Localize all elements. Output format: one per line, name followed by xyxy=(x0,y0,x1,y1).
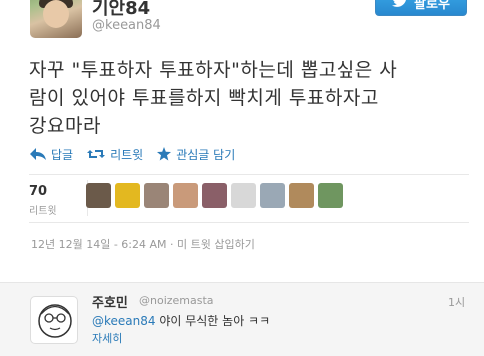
star-icon xyxy=(157,147,172,161)
retweeter-avatar[interactable] xyxy=(231,183,256,208)
cartoon-face-icon xyxy=(38,304,72,338)
retweeter-avatar[interactable] xyxy=(144,183,169,208)
retweeter-avatar[interactable] xyxy=(318,183,343,208)
reply-mention-link[interactable]: @keean84 xyxy=(92,314,156,328)
reply-expand-link[interactable]: 자세히 xyxy=(92,330,122,346)
retweet-count-label: 리트윗 xyxy=(29,206,57,217)
reply-panel: 주호민 @noizemasta 1시 @keean84 야이 무식한 놈아 ㅋㅋ… xyxy=(0,282,484,356)
divider xyxy=(29,174,469,175)
tweet-header: 기안84 @keean84 팔로우 xyxy=(0,0,484,48)
reply-author-handle[interactable]: @noizemasta xyxy=(139,294,214,307)
retweeter-avatar[interactable] xyxy=(202,183,227,208)
retweet-label: 리트윗 xyxy=(110,147,144,162)
retweeter-avatar[interactable] xyxy=(115,183,140,208)
favorite-action[interactable]: 관심글 담기 xyxy=(157,146,235,163)
tweet-line: 자꾸 "투표하자 투표하자"하는데 뽑고싶은 사 xyxy=(29,59,398,81)
tweet-line: 강요마라 xyxy=(29,115,101,137)
tweet-line: 람이 있어야 투표를하지 빡치게 투표하자고 xyxy=(29,87,379,109)
retweeter-avatars xyxy=(86,183,343,208)
reply-label: 답글 xyxy=(51,147,74,162)
reply-icon xyxy=(30,148,46,160)
reply-body: 야이 무식한 놈아 ㅋㅋ xyxy=(155,314,271,328)
retweeter-avatar[interactable] xyxy=(86,183,111,208)
reply-action[interactable]: 답글 xyxy=(30,146,73,163)
retweeter-avatar[interactable] xyxy=(289,183,314,208)
reply-author-avatar[interactable] xyxy=(30,296,78,344)
divider xyxy=(29,222,469,223)
tweet-text: 자꾸 "투표하자 투표하자"하는데 뽑고싶은 사 람이 있어야 투표를하지 빡치… xyxy=(29,56,469,140)
author-display-name[interactable]: 기안84 xyxy=(92,0,150,20)
retweeter-avatar[interactable] xyxy=(173,183,198,208)
author-avatar[interactable] xyxy=(30,0,82,38)
twitter-bird-icon xyxy=(392,0,408,10)
retweet-count: 70 xyxy=(29,184,48,199)
author-handle[interactable]: @keean84 xyxy=(92,18,161,33)
follow-button-label: 팔로우 xyxy=(414,0,450,12)
reply-text: @keean84 야이 무식한 놈아 ㅋㅋ xyxy=(92,312,270,329)
follow-button[interactable]: 팔로우 xyxy=(375,0,467,16)
retweet-action[interactable]: 리트윗 xyxy=(87,146,143,163)
retweeter-avatar[interactable] xyxy=(260,183,285,208)
retweet-icon xyxy=(87,148,106,160)
favorite-label: 관심글 담기 xyxy=(176,147,236,162)
tweet-actions: 답글 리트윗 관심글 담기 xyxy=(30,144,235,164)
reply-author-name[interactable]: 주호민 xyxy=(92,292,128,311)
reply-time[interactable]: 1시 xyxy=(448,294,465,310)
tweet-timestamp[interactable]: 12년 12월 14일 - 6:24 AM · 미 트윗 삽입하기 xyxy=(31,236,255,252)
